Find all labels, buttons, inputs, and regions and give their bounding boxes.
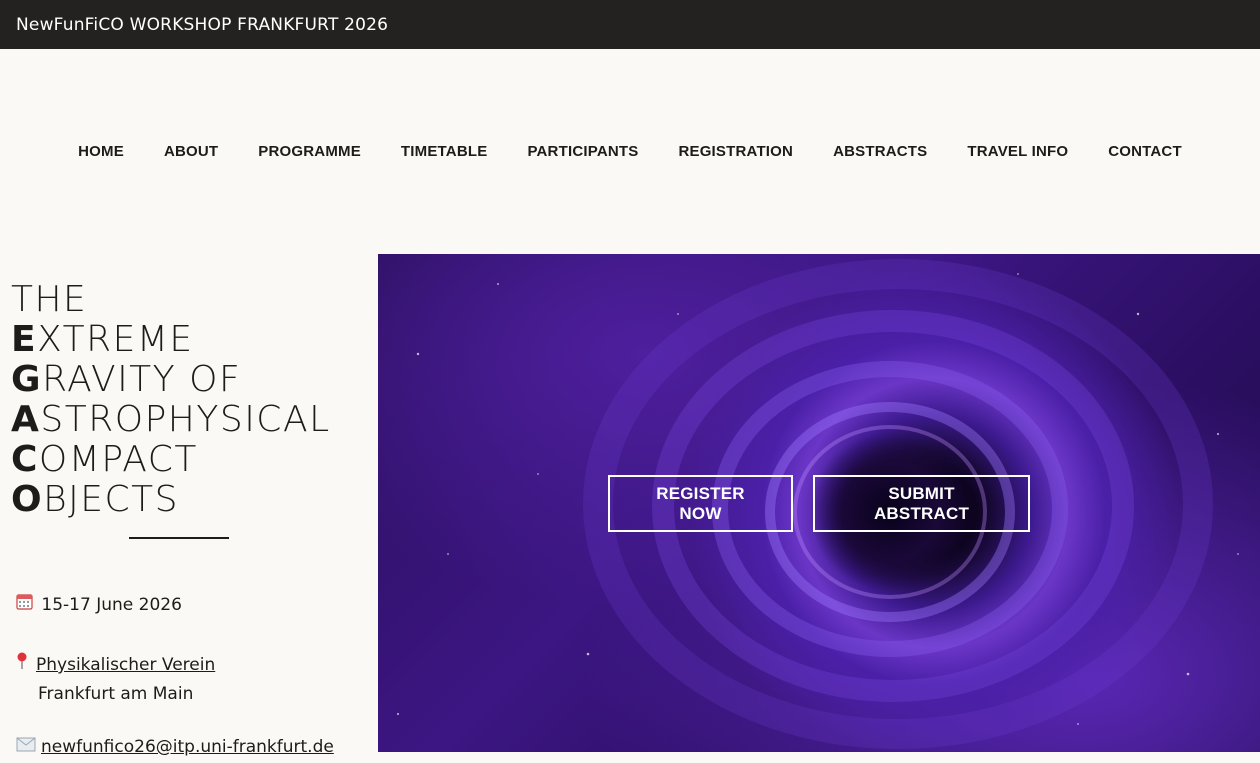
title-line: ASTROPHYSICAL xyxy=(11,399,331,440)
nav-registration[interactable]: REGISTRATION xyxy=(678,143,793,160)
submit-abstract-button[interactable]: SUBMIT ABSTRACT xyxy=(813,475,1030,532)
main-nav: HOME ABOUT PROGRAMME TIMETABLE PARTICIPA… xyxy=(0,49,1260,254)
nav-abstracts[interactable]: ABSTRACTS xyxy=(833,143,927,160)
venue-city: Frankfurt am Main xyxy=(38,684,194,704)
pin-icon xyxy=(16,650,36,679)
title-divider xyxy=(129,537,229,539)
intro-panel: THE EXTREME GRAVITY OF ASTROPHYSICAL COM… xyxy=(0,254,378,763)
title-line: GRAVITY OF xyxy=(11,359,242,400)
event-date: 15-17 June 2026 xyxy=(16,593,182,615)
date-text: 15-17 June 2026 xyxy=(41,595,182,615)
calendar-icon xyxy=(16,593,36,614)
top-bar: NewFunFiCO WORKSHOP FRANKFURT 2026 xyxy=(0,0,1260,49)
event-email: newfunfico26@itp.uni-frankfurt.de xyxy=(16,737,334,757)
hero-actions: REGISTER NOW SUBMIT ABSTRACT xyxy=(608,475,1030,532)
title-line: OBJECTS xyxy=(11,479,180,520)
venue-link[interactable]: Physikalischer Verein xyxy=(36,655,215,675)
title-line: THE xyxy=(11,279,88,320)
email-link[interactable]: newfunfico26@itp.uni-frankfurt.de xyxy=(41,737,334,757)
nav-about[interactable]: ABOUT xyxy=(164,143,218,160)
title-line: EXTREME xyxy=(11,319,194,360)
register-now-button[interactable]: REGISTER NOW xyxy=(608,475,793,532)
site-title: NewFunFiCO WORKSHOP FRANKFURT 2026 xyxy=(16,14,389,35)
envelope-icon xyxy=(16,737,41,756)
event-venue: Physikalischer Verein Frankfurt am Main xyxy=(16,650,215,709)
nav-contact[interactable]: CONTACT xyxy=(1108,143,1182,160)
hero-banner: REGISTER NOW SUBMIT ABSTRACT xyxy=(378,254,1260,752)
nav-programme[interactable]: PROGRAMME xyxy=(258,143,361,160)
nav-participants[interactable]: PARTICIPANTS xyxy=(527,143,638,160)
nav-travel-info[interactable]: TRAVEL INFO xyxy=(967,143,1068,160)
workshop-title: THE EXTREME GRAVITY OF ASTROPHYSICAL COM… xyxy=(11,280,331,520)
nav-home[interactable]: HOME xyxy=(78,143,124,160)
title-line: COMPACT xyxy=(11,439,198,480)
nav-timetable[interactable]: TIMETABLE xyxy=(401,143,488,160)
